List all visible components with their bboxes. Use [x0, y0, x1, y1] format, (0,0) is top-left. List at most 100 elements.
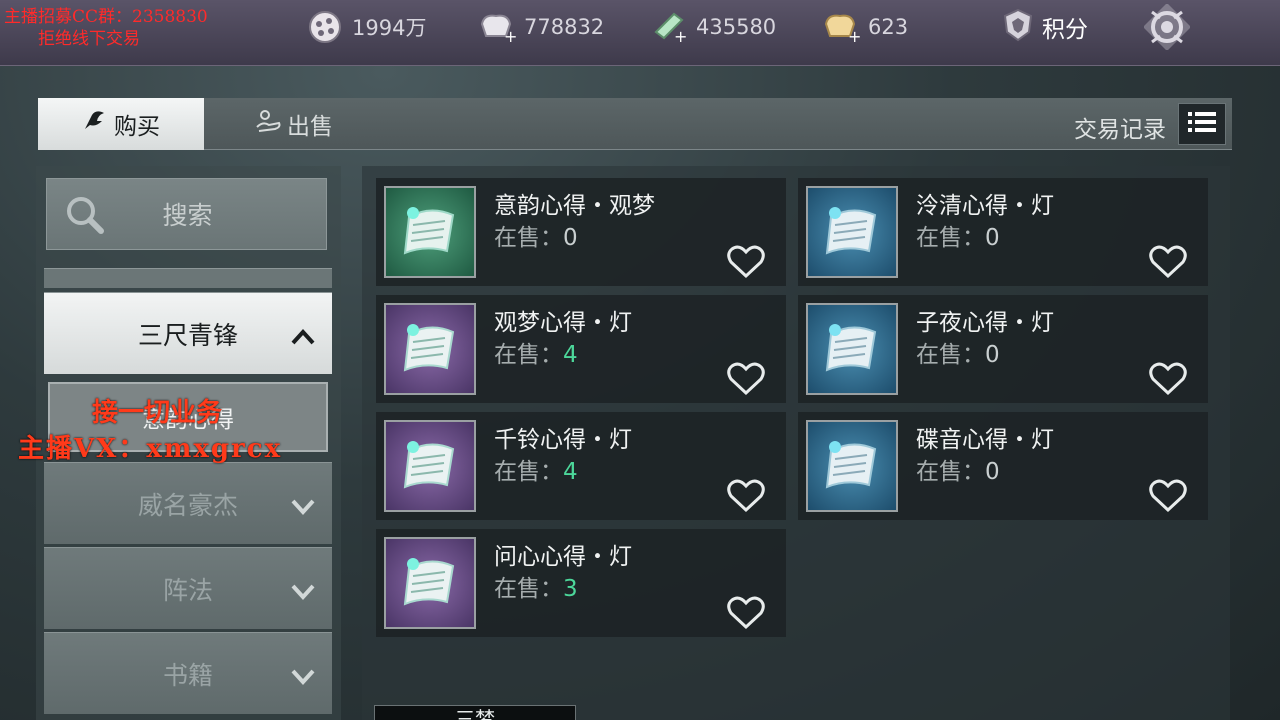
item-name: 子夜心得・灯	[916, 310, 1054, 336]
buy-icon	[82, 109, 108, 139]
resource-gold[interactable]: + 623	[822, 10, 908, 44]
scroll-icon	[817, 195, 887, 269]
sidebar-divider	[44, 268, 332, 288]
item-thumbnail	[806, 420, 898, 512]
item-card[interactable]: 子夜心得・灯 在售：0	[798, 295, 1208, 403]
on-sale-count: 0	[985, 342, 1000, 368]
item-name: 千铃心得・灯	[494, 427, 632, 453]
coin-value: 1994万	[352, 16, 427, 40]
item-name: 泠清心得・灯	[916, 193, 1054, 219]
item-on-sale: 在售：0	[916, 218, 1000, 252]
search-label: 搜索	[162, 201, 213, 230]
chevron-down-icon	[290, 578, 316, 607]
favorite-heart-icon[interactable]	[1148, 361, 1188, 397]
points-label: 积分	[1042, 17, 1088, 43]
on-sale-count: 0	[985, 459, 1000, 485]
points-button[interactable]: 积分	[1002, 8, 1088, 46]
search-button[interactable]: 搜索	[46, 178, 327, 250]
sell-icon	[255, 109, 283, 139]
favorite-heart-icon[interactable]	[726, 361, 766, 397]
stream-overlay-text: 接一切业务	[92, 398, 223, 428]
tab-buy-label: 购买	[114, 114, 160, 140]
item-card[interactable]: 碟音心得・灯 在售：0	[798, 412, 1208, 520]
list-view-button[interactable]	[1178, 103, 1226, 145]
scroll-icon	[395, 195, 465, 269]
list-icon	[1187, 110, 1217, 138]
scroll-icon	[817, 429, 887, 503]
on-sale-count: 0	[985, 225, 1000, 251]
item-on-sale: 在售：4	[494, 335, 578, 369]
trade-tab-bar: 购买 出售 交易记录	[38, 98, 1232, 150]
favorite-heart-icon[interactable]	[1148, 244, 1188, 280]
on-sale-label: 在售：	[494, 225, 563, 251]
item-card[interactable]: 意韵心得・观梦 在售：0	[376, 178, 786, 286]
sidebar-category-zhenfa[interactable]: 阵法	[44, 547, 332, 629]
svg-text:+: +	[674, 27, 687, 44]
scroll-icon	[817, 312, 887, 386]
resource-jade[interactable]: + 435580	[650, 10, 776, 44]
title-area: 主播招募CC群：2358830 拒绝线下交易	[0, 0, 260, 66]
sidebar-category-weiminghaojie[interactable]: 威名豪杰	[44, 462, 332, 544]
category-label: 阵法	[162, 575, 213, 605]
item-on-sale: 在售：3	[494, 569, 578, 603]
tab-sell[interactable]: 出售	[244, 98, 344, 150]
item-name: 问心心得・灯	[494, 544, 632, 570]
item-card[interactable]: 观梦心得・灯 在售：4	[376, 295, 786, 403]
resource-silver[interactable]: + 778832	[478, 10, 604, 44]
on-sale-label: 在售：	[494, 576, 563, 602]
item-name: 意韵心得・观梦	[494, 193, 655, 219]
item-thumbnail	[806, 186, 898, 278]
chevron-down-icon	[290, 493, 316, 522]
favorite-heart-icon[interactable]	[726, 244, 766, 280]
sidebar-category-sanchiqingfeng[interactable]: 三尺青锋	[44, 292, 332, 374]
settings-emblem-icon[interactable]	[1142, 2, 1192, 52]
on-sale-label: 在售：	[916, 342, 985, 368]
item-name: 观梦心得・灯	[494, 310, 632, 336]
trade-record-link[interactable]: 交易记录	[1074, 110, 1166, 144]
jade-value: 435580	[696, 15, 777, 39]
scroll-icon	[395, 312, 465, 386]
on-sale-count: 0	[563, 225, 578, 251]
silver-value: 778832	[524, 15, 605, 39]
category-label: 威名豪杰	[137, 490, 238, 520]
gold-value: 623	[868, 15, 909, 39]
on-sale-count: 4	[563, 459, 578, 485]
chevron-down-icon	[290, 663, 316, 692]
silver-ingot-add-icon: +	[478, 10, 516, 44]
item-on-sale: 在售：0	[916, 452, 1000, 486]
on-sale-label: 在售：	[916, 225, 985, 251]
svg-text:+: +	[848, 27, 860, 44]
on-sale-label: 在售：	[494, 459, 563, 485]
sidebar-category-shuji[interactable]: 书籍	[44, 632, 332, 714]
bottom-filter-tab[interactable]: 三梦	[374, 705, 576, 720]
favorite-heart-icon[interactable]	[726, 478, 766, 514]
item-on-sale: 在售：0	[916, 335, 1000, 369]
on-sale-label: 在售：	[916, 459, 985, 485]
scroll-icon	[395, 429, 465, 503]
resource-coin[interactable]: 1994万	[306, 10, 426, 44]
stream-overlay-text: 主播VX：xmxgrcx	[18, 434, 283, 464]
points-shield-icon	[1002, 8, 1034, 46]
stream-overlay-text: 拒绝线下交易	[38, 29, 140, 49]
on-sale-label: 在售：	[494, 342, 563, 368]
tab-buy[interactable]: 购买	[38, 98, 204, 150]
favorite-heart-icon[interactable]	[1148, 478, 1188, 514]
scroll-icon	[395, 546, 465, 620]
coin-icon	[306, 10, 344, 44]
item-card[interactable]: 千铃心得・灯 在售：4	[376, 412, 786, 520]
on-sale-count: 4	[563, 342, 578, 368]
item-name: 碟音心得・灯	[916, 427, 1054, 453]
item-thumbnail	[384, 186, 476, 278]
category-label: 三尺青锋	[137, 320, 238, 350]
item-thumbnail	[384, 420, 476, 512]
svg-text:+: +	[504, 27, 516, 44]
item-on-sale: 在售：4	[494, 452, 578, 486]
item-card[interactable]: 泠清心得・灯 在售：0	[798, 178, 1208, 286]
item-thumbnail	[384, 303, 476, 395]
item-card[interactable]: 问心心得・灯 在售：3	[376, 529, 786, 637]
item-listing-panel: 意韵心得・观梦 在售：0 泠清心得・灯 在售：0 观梦心得・灯 在售：4 子夜心…	[362, 166, 1230, 720]
jade-add-icon: +	[650, 10, 688, 44]
gold-ingot-add-icon: +	[822, 10, 860, 44]
item-thumbnail	[806, 303, 898, 395]
favorite-heart-icon[interactable]	[726, 595, 766, 631]
